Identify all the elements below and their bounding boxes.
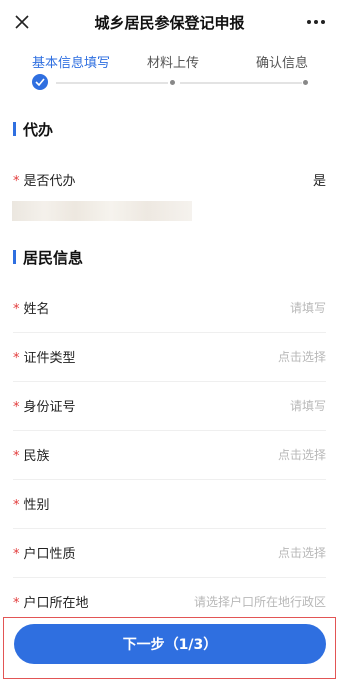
step-connector — [180, 82, 302, 84]
checkmark-icon — [35, 78, 45, 86]
field-label: * 姓名 — [13, 302, 50, 317]
section-accent-bar — [13, 122, 16, 136]
agent-section-header: 代办 — [13, 120, 54, 139]
household-type-select[interactable]: 点击选择 — [278, 544, 326, 561]
section-title: 居民信息 — [23, 248, 84, 267]
resident-section-header: 居民信息 — [13, 248, 84, 267]
close-icon — [15, 15, 29, 29]
section-title: 代办 — [23, 120, 54, 139]
field-label: * 证件类型 — [13, 351, 76, 366]
step-complete-badge — [32, 74, 48, 90]
step-material-upload: 材料上传 — [147, 56, 200, 71]
field-label: * 民族 — [13, 449, 50, 464]
step-confirm-info: 确认信息 — [256, 56, 309, 71]
page-title: 城乡居民参保登记申报 — [94, 13, 245, 32]
id-number-input[interactable]: 请填写 — [290, 397, 326, 414]
step-dot — [170, 80, 175, 85]
close-button[interactable] — [10, 10, 34, 34]
field-label: * 户口性质 — [13, 547, 76, 562]
step-basic-info: 基本信息填写 — [32, 56, 111, 71]
next-step-button[interactable]: 下一步（1/3） — [14, 624, 326, 664]
id-number-field[interactable]: * 身份证号 请填写 — [13, 381, 326, 431]
more-icon — [307, 20, 325, 24]
step-dot — [303, 80, 308, 85]
name-input-placeholder[interactable]: 请填写 — [290, 299, 326, 316]
redacted-info — [12, 201, 192, 221]
id-type-field[interactable]: * 证件类型 点击选择 — [13, 332, 326, 382]
top-bar: 城乡居民参保登记申报 — [0, 0, 339, 44]
more-button[interactable] — [303, 10, 329, 34]
ethnicity-field[interactable]: * 民族 点击选择 — [13, 430, 326, 480]
household-type-field[interactable]: * 户口性质 点击选择 — [13, 528, 326, 578]
field-label: * 性别 — [13, 498, 50, 513]
section-accent-bar — [13, 250, 16, 264]
household-location-select[interactable]: 请选择户口所在地行政区 — [194, 593, 326, 610]
field-label: * 是否代办 — [13, 174, 76, 189]
field-label: * 身份证号 — [13, 400, 76, 415]
field-label: * 户口所在地 — [13, 596, 89, 611]
name-field[interactable]: * 姓名 请填写 — [13, 283, 326, 333]
ethnicity-select[interactable]: 点击选择 — [278, 446, 326, 463]
step-connector — [56, 82, 168, 84]
id-type-select[interactable]: 点击选择 — [278, 348, 326, 365]
required-mark: * — [13, 174, 20, 189]
agent-value: 是 — [312, 174, 326, 189]
agent-toggle-row[interactable]: * 是否代办 是 — [13, 155, 326, 204]
gender-field[interactable]: * 性别 — [13, 479, 326, 529]
